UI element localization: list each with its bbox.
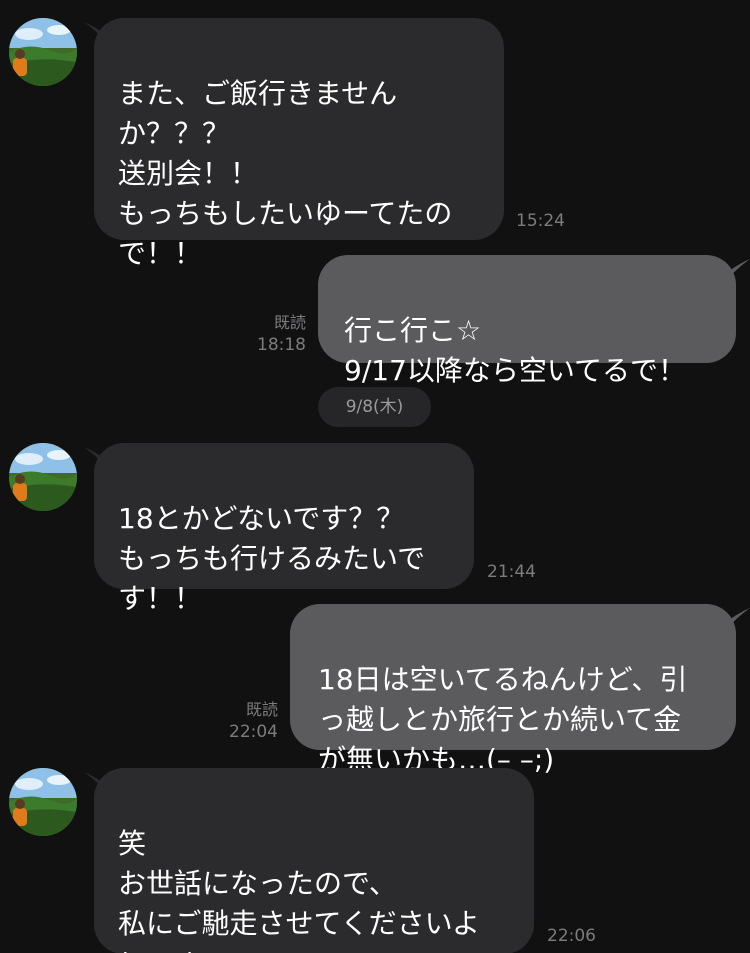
message-bubble-outgoing[interactable]: 行こ行こ☆ 9/17以降なら空いてるで！ <box>318 255 736 387</box>
avatar-landscape-image <box>9 768 77 836</box>
sender-avatar[interactable] <box>9 443 77 511</box>
message-time: 22:06 <box>547 926 596 946</box>
read-label: 既読 <box>245 700 278 719</box>
message-text: 18日は空いてるねんけど、引 っ越しとか旅行とか続いて金 が無いかも…(– –;… <box>318 663 688 776</box>
message-time: 21:44 <box>487 562 536 582</box>
message-time: 15:24 <box>516 211 565 231</box>
message-text: 笑 お世話になったので、 私にご馳走させてくださいよ (^-^) <box>118 827 481 953</box>
date-separator: 9/8(木) <box>318 387 431 427</box>
message-bubble-incoming[interactable]: 笑 お世話になったので、 私にご馳走させてくださいよ (^-^) <box>94 768 534 953</box>
avatar-landscape-image <box>9 443 77 511</box>
bubble-tail <box>726 259 750 281</box>
read-receipt: 既読 22:04 <box>222 699 278 743</box>
message-time: 22:04 <box>229 722 278 742</box>
message-text: また、ご飯行きません か？？？ 送別会！！ もっちもしたいゆーてたの で！！ <box>118 77 453 270</box>
sender-avatar[interactable] <box>9 18 77 86</box>
message-time: 18:18 <box>257 335 306 355</box>
bubble-tail <box>726 608 750 630</box>
message-text: 18とかどないです？？ もっちも行けるみたいで す！！ <box>118 502 426 615</box>
message-text: 行こ行こ☆ 9/17以降なら空いてるで！ <box>344 314 687 387</box>
sender-avatar[interactable] <box>9 768 77 836</box>
read-receipt: 既読 18:18 <box>254 312 306 356</box>
avatar-landscape-image <box>9 18 77 86</box>
message-bubble-outgoing[interactable]: 18日は空いてるねんけど、引 っ越しとか旅行とか続いて金 が無いかも…(– –;… <box>290 604 736 776</box>
message-bubble-incoming[interactable]: 18とかどないです？？ もっちも行けるみたいで す！！ <box>94 443 474 615</box>
message-bubble-incoming[interactable]: また、ご飯行きません か？？？ 送別会！！ もっちもしたいゆーてたの で！！ <box>94 18 504 270</box>
read-label: 既読 <box>273 313 306 332</box>
